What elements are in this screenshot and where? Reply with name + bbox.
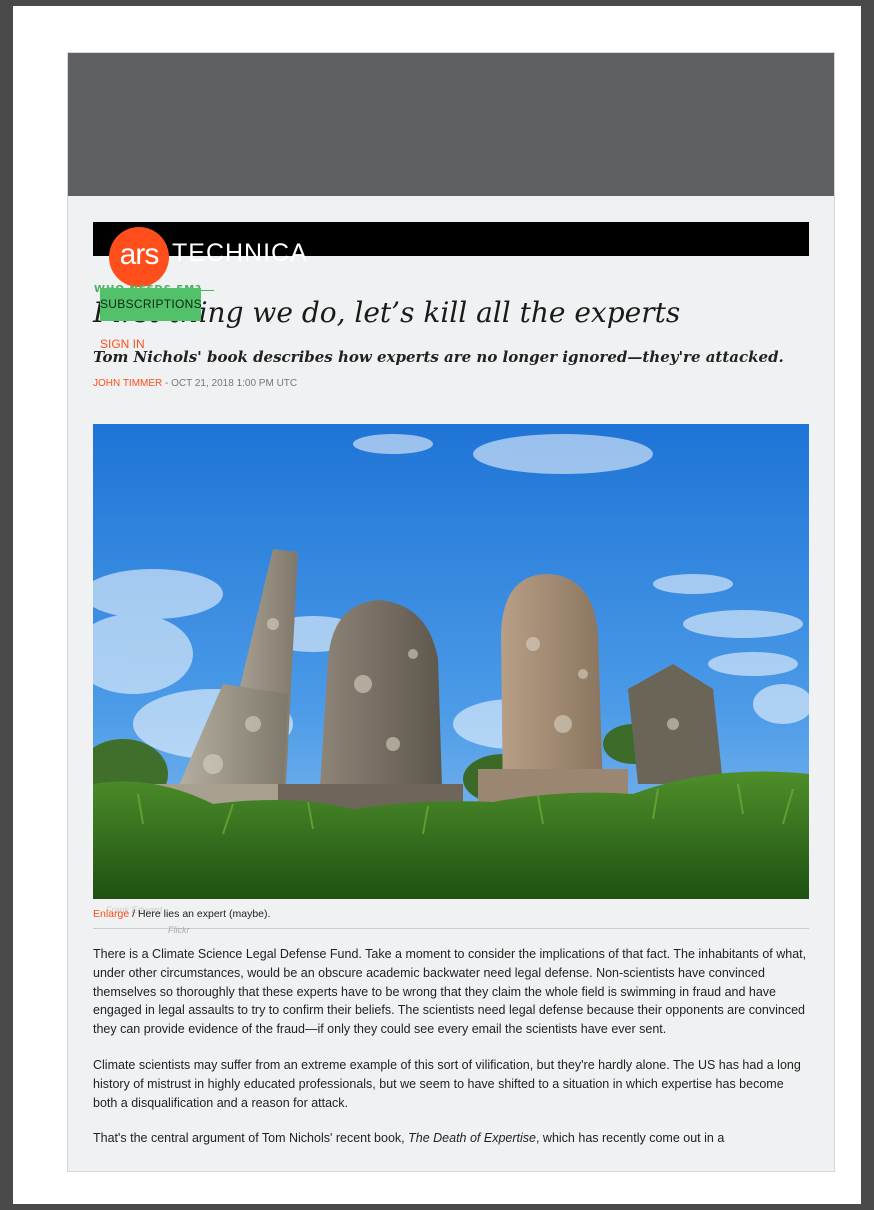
ars-logo-icon[interactable]: ars bbox=[109, 227, 169, 287]
caption-text: Here lies an expert (maybe). bbox=[137, 908, 271, 920]
subscriptions-button[interactable]: SUBSCRIPTIONS bbox=[100, 288, 202, 321]
paragraph-text: , which has recently come out in a bbox=[535, 1131, 725, 1146]
byline-separator: - bbox=[162, 378, 172, 389]
lead-image[interactable] bbox=[93, 424, 809, 899]
author-link[interactable]: JOHN TIMMER bbox=[93, 378, 162, 389]
article-body: There is a Climate Science Legal Defense… bbox=[93, 945, 809, 1165]
body-paragraph: Climate scientists may suffer from an ex… bbox=[93, 1057, 801, 1110]
image-credit: Flickr bbox=[168, 925, 190, 935]
byline: JOHN TIMMER - OCT 21, 2018 1:00 PM UTC bbox=[93, 378, 297, 389]
book-title: The Death of Expertise bbox=[408, 1131, 536, 1146]
body-paragraph: That's the central argument of Tom Nicho… bbox=[93, 1129, 809, 1148]
article-subtitle: Tom Nichols' book describes how experts … bbox=[93, 348, 784, 366]
enlarge-link[interactable]: Enlarge bbox=[93, 908, 129, 920]
pdf-page: ars TECHNICA WHO NEEDS EM? First thing w… bbox=[13, 6, 861, 1204]
logo-wordmark[interactable]: TECHNICA bbox=[172, 239, 308, 268]
ad-banner bbox=[68, 53, 834, 196]
gravestones-photo bbox=[93, 424, 809, 899]
logo-mark: ars bbox=[119, 238, 160, 271]
body-paragraph: There is a Climate Science Legal Defense… bbox=[93, 947, 807, 1037]
publish-date: OCT 21, 2018 1:00 PM UTC bbox=[171, 378, 298, 389]
image-caption: Enlarge / Here lies an expert (maybe). bbox=[93, 908, 270, 920]
paragraph-text: That's the central argument of Tom Nicho… bbox=[93, 1131, 409, 1146]
article-page: ars TECHNICA WHO NEEDS EM? First thing w… bbox=[67, 52, 835, 1172]
caption-divider bbox=[93, 928, 809, 929]
caption-separator: / bbox=[129, 908, 138, 920]
